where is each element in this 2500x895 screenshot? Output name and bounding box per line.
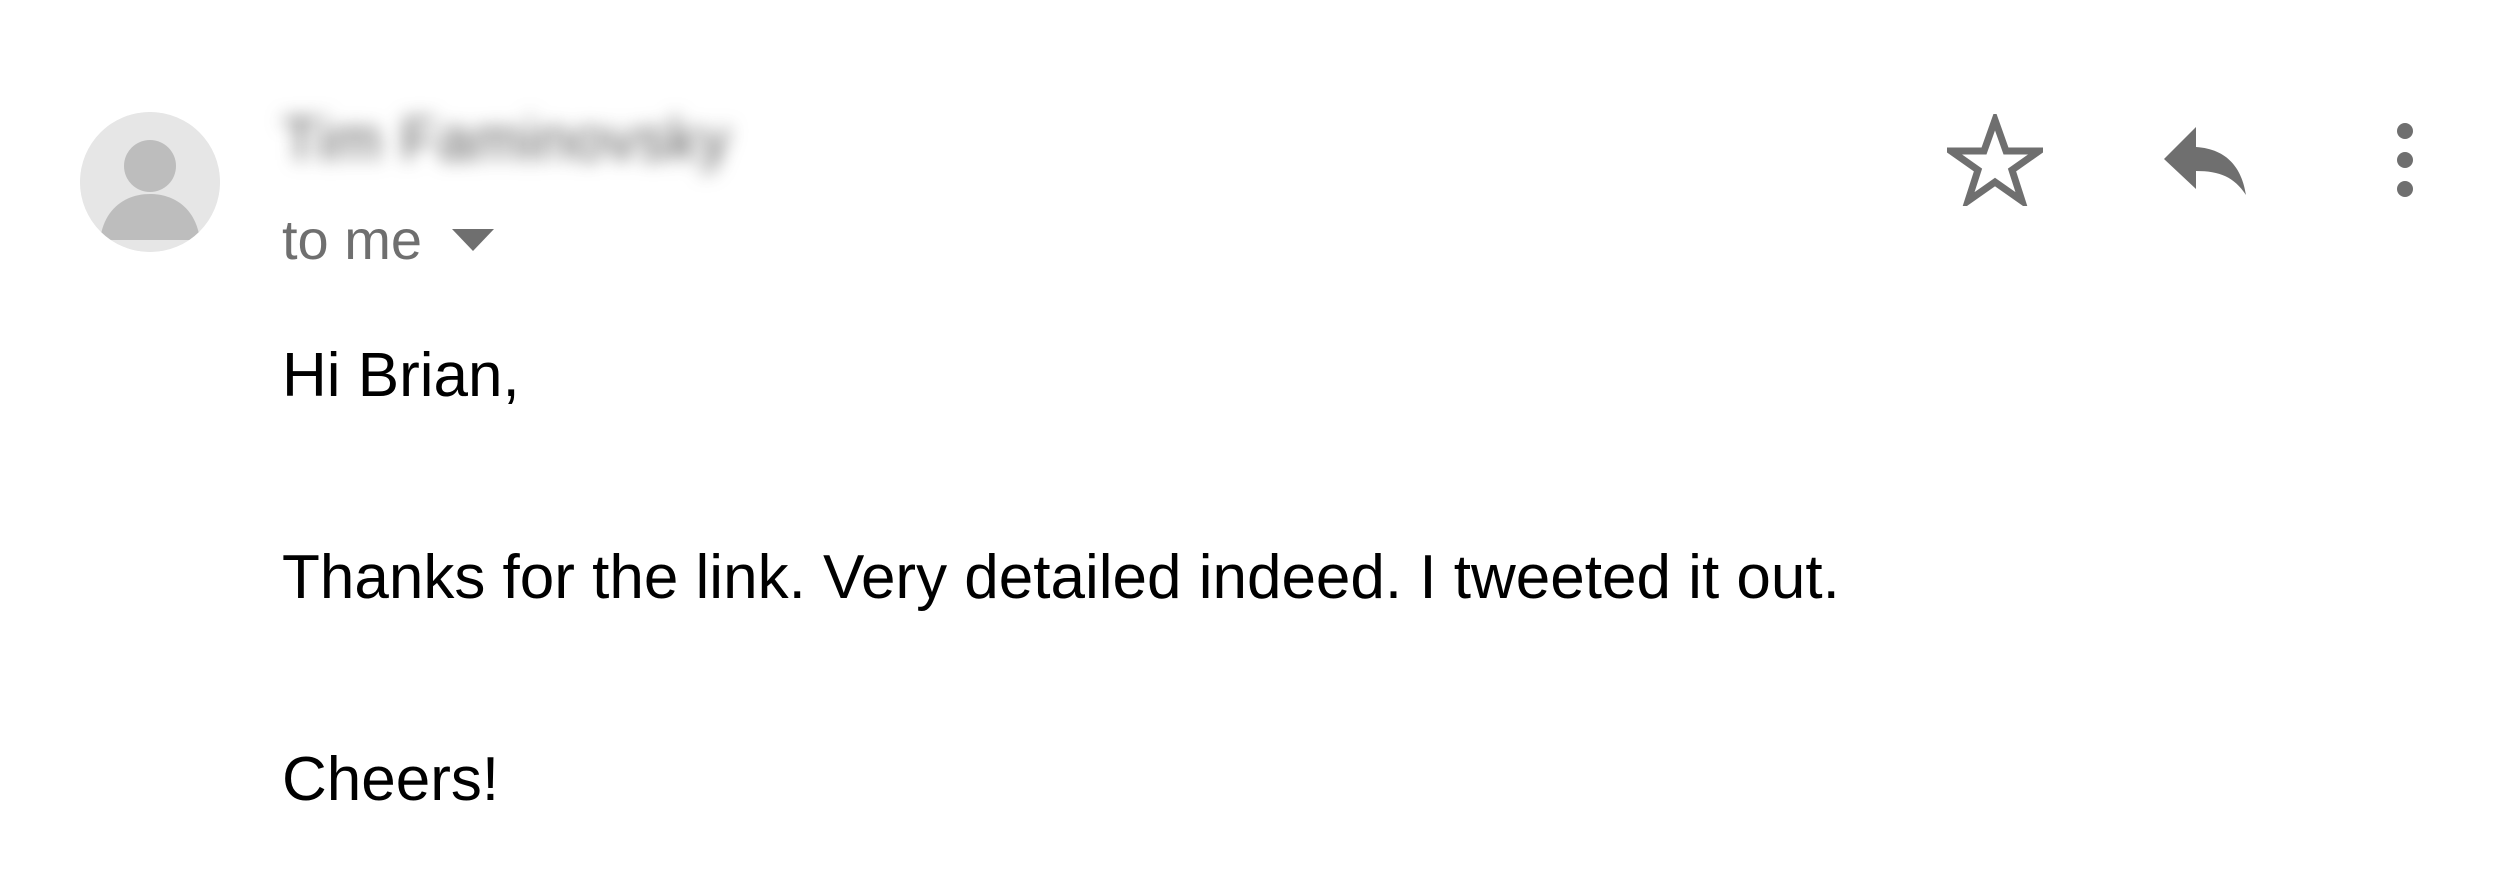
default-avatar-icon (80, 112, 220, 252)
sender-avatar[interactable] (80, 112, 220, 252)
email-body-text: Thanks for the link. Very detailed indee… (282, 543, 1840, 612)
email-signoff: Cheers! (282, 745, 500, 814)
reply-icon (2164, 127, 2246, 195)
star-button[interactable] (1940, 110, 2050, 210)
more-vertical-icon (2397, 123, 2413, 197)
recipient-label: to me (282, 208, 423, 271)
sender-name[interactable]: Tim Faminovsky (282, 100, 730, 180)
star-outline-icon (1947, 114, 2043, 206)
email-greeting: Hi Brian, (282, 341, 520, 410)
recipient-details-toggle[interactable]: to me (282, 208, 495, 271)
more-options-button[interactable] (2370, 110, 2440, 210)
reply-button[interactable] (2150, 110, 2260, 210)
caret-down-icon (452, 229, 495, 251)
